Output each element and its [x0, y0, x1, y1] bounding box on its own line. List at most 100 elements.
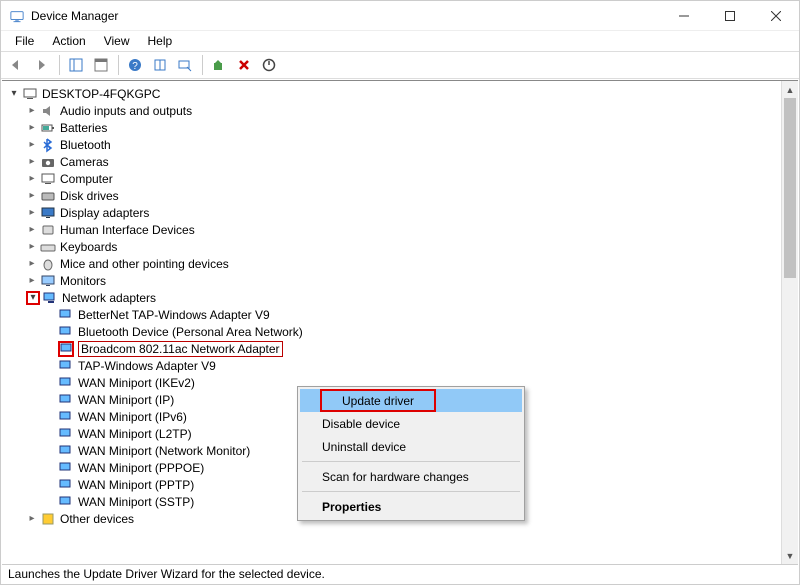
chevron-right-icon[interactable]: ▸	[26, 156, 38, 168]
device-row[interactable]: Bluetooth Device (Personal Area Network)	[8, 323, 781, 340]
network-adapter-icon	[58, 494, 74, 510]
device-row[interactable]: TAP-Windows Adapter V9	[8, 357, 781, 374]
scroll-thumb[interactable]	[784, 98, 796, 278]
device-broadcom-selected[interactable]: Broadcom 802.11ac Network Adapter	[8, 340, 781, 357]
menu-action[interactable]: Action	[44, 32, 93, 50]
menu-view[interactable]: View	[96, 32, 138, 50]
category-hid[interactable]: ▸ Human Interface Devices	[8, 221, 781, 238]
network-adapter-icon	[58, 375, 74, 391]
category-bluetooth[interactable]: ▸ Bluetooth	[8, 136, 781, 153]
chevron-right-icon[interactable]: ▸	[26, 190, 38, 202]
device-label: WAN Miniport (Network Monitor)	[78, 444, 250, 458]
chevron-right-icon[interactable]: ▸	[26, 241, 38, 253]
category-display-adapters[interactable]: ▸ Display adapters	[8, 204, 781, 221]
category-label: Disk drives	[60, 189, 119, 203]
category-network-adapters[interactable]: ▾ Network adapters	[8, 289, 781, 306]
category-mice[interactable]: ▸ Mice and other pointing devices	[8, 255, 781, 272]
scroll-down-button[interactable]: ▼	[782, 547, 798, 564]
category-label: Keyboards	[60, 240, 117, 254]
device-label: WAN Miniport (PPPOE)	[78, 461, 204, 475]
network-adapter-icon	[58, 409, 74, 425]
context-uninstall-device[interactable]: Uninstall device	[300, 435, 522, 458]
context-item-label: Uninstall device	[322, 440, 406, 454]
properties-button[interactable]	[89, 54, 113, 76]
network-adapter-icon	[58, 460, 74, 476]
help-button[interactable]: ?	[123, 54, 147, 76]
root-node[interactable]: ▾ DESKTOP-4FQKGPC	[8, 85, 781, 102]
category-label: Audio inputs and outputs	[60, 104, 192, 118]
scan-button[interactable]	[173, 54, 197, 76]
uninstall-toolbar-button[interactable]	[232, 54, 256, 76]
menubar: File Action View Help	[1, 31, 799, 51]
toolbar-separator	[118, 55, 119, 75]
device-label: WAN Miniport (IPv6)	[78, 410, 187, 424]
category-computer[interactable]: ▸ Computer	[8, 170, 781, 187]
category-audio[interactable]: ▸ Audio inputs and outputs	[8, 102, 781, 119]
device-label: WAN Miniport (IP)	[78, 393, 174, 407]
category-keyboards[interactable]: ▸ Keyboards	[8, 238, 781, 255]
chevron-right-icon[interactable]: ▸	[26, 139, 38, 151]
disk-icon	[40, 188, 56, 204]
context-properties[interactable]: Properties	[300, 495, 522, 518]
disable-toolbar-button[interactable]	[257, 54, 281, 76]
context-menu: Update driver Disable device Uninstall d…	[297, 386, 525, 521]
minimize-button[interactable]	[661, 1, 707, 31]
device-label: Broadcom 802.11ac Network Adapter	[78, 341, 283, 357]
chevron-right-icon[interactable]: ▸	[26, 258, 38, 270]
chevron-right-icon[interactable]: ▸	[26, 105, 38, 117]
forward-button[interactable]	[30, 54, 54, 76]
network-adapter-icon	[58, 477, 74, 493]
context-item-label: Scan for hardware changes	[322, 470, 469, 484]
back-button[interactable]	[5, 54, 29, 76]
category-disk-drives[interactable]: ▸ Disk drives	[8, 187, 781, 204]
status-bar: Launches the Update Driver Wizard for th…	[2, 564, 798, 583]
display-icon	[40, 205, 56, 221]
category-label: Network adapters	[62, 291, 156, 305]
chevron-right-icon[interactable]: ▸	[26, 173, 38, 185]
show-hide-tree-button[interactable]	[64, 54, 88, 76]
category-label: Mice and other pointing devices	[60, 257, 229, 271]
speaker-icon	[40, 103, 56, 119]
svg-text:?: ?	[132, 61, 138, 72]
network-adapter-icon	[58, 426, 74, 442]
context-scan-hardware[interactable]: Scan for hardware changes	[300, 465, 522, 488]
network-adapter-icon	[58, 358, 74, 374]
category-cameras[interactable]: ▸ Cameras	[8, 153, 781, 170]
device-label: WAN Miniport (SSTP)	[78, 495, 194, 509]
monitor-icon	[40, 273, 56, 289]
scroll-up-button[interactable]: ▲	[782, 81, 798, 98]
chevron-down-icon[interactable]: ▾	[26, 291, 40, 305]
category-batteries[interactable]: ▸ Batteries	[8, 119, 781, 136]
category-label: Bluetooth	[60, 138, 111, 152]
device-row[interactable]: BetterNet TAP-Windows Adapter V9	[8, 306, 781, 323]
device-label: TAP-Windows Adapter V9	[78, 359, 216, 373]
action-button[interactable]	[148, 54, 172, 76]
chevron-right-icon[interactable]: ▸	[26, 207, 38, 219]
category-monitors[interactable]: ▸ Monitors	[8, 272, 781, 289]
toolbar: ?	[1, 51, 799, 79]
chevron-right-icon[interactable]: ▸	[26, 513, 38, 525]
chevron-right-icon[interactable]: ▸	[26, 275, 38, 287]
category-label: Batteries	[60, 121, 107, 135]
network-adapter-icon	[58, 324, 74, 340]
battery-icon	[40, 120, 56, 136]
network-adapter-icon	[58, 443, 74, 459]
context-update-driver[interactable]: Update driver	[300, 389, 522, 412]
window-title: Device Manager	[31, 9, 118, 23]
vertical-scrollbar[interactable]: ▲ ▼	[781, 81, 798, 564]
chevron-right-icon[interactable]: ▸	[26, 224, 38, 236]
menu-help[interactable]: Help	[140, 32, 181, 50]
network-icon	[42, 290, 58, 306]
context-item-label: Update driver	[320, 389, 436, 412]
category-label: Human Interface Devices	[60, 223, 195, 237]
chevron-right-icon[interactable]: ▸	[26, 122, 38, 134]
close-button[interactable]	[753, 1, 799, 31]
keyboard-icon	[40, 239, 56, 255]
network-adapter-icon	[58, 392, 74, 408]
maximize-button[interactable]	[707, 1, 753, 31]
device-label: BetterNet TAP-Windows Adapter V9	[78, 308, 270, 322]
update-driver-toolbar-button[interactable]	[207, 54, 231, 76]
chevron-down-icon[interactable]: ▾	[8, 88, 20, 100]
context-disable-device[interactable]: Disable device	[300, 412, 522, 435]
menu-file[interactable]: File	[7, 32, 42, 50]
